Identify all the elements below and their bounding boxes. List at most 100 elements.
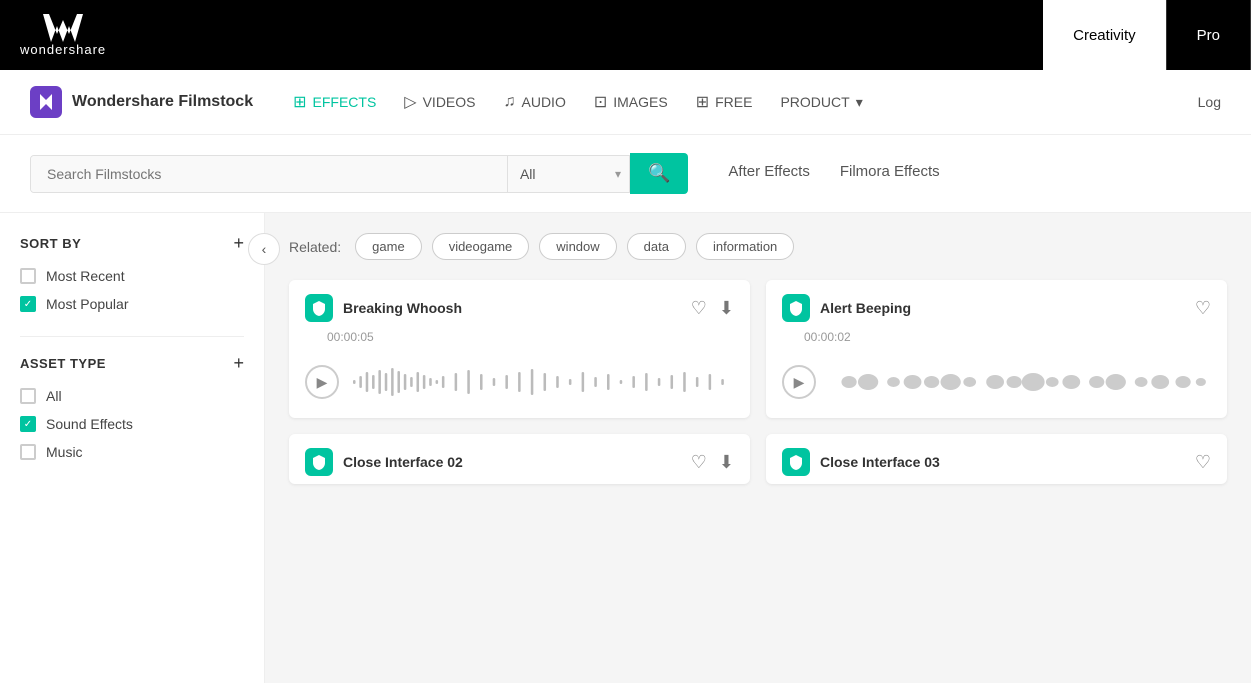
- nav-audio[interactable]: ♫ AUDIO: [504, 93, 566, 111]
- search-input[interactable]: [31, 156, 507, 192]
- tag-videogame[interactable]: videogame: [432, 233, 530, 260]
- card-4-title: Close Interface 03: [820, 454, 940, 470]
- card-1-time: 00:00:05: [327, 330, 750, 352]
- asset-type-header: ASSET TYPE +: [20, 353, 244, 374]
- nav-videos-label: VIDEOS: [423, 94, 476, 110]
- product-chevron-icon: ▾: [856, 94, 863, 111]
- card-close-interface-03: Close Interface 03 ♡: [766, 434, 1227, 484]
- collapse-icon: ‹: [262, 241, 267, 257]
- tag-data[interactable]: data: [627, 233, 686, 260]
- card-1-title: Breaking Whoosh: [343, 300, 462, 316]
- sound-effects-label: Sound Effects: [46, 416, 133, 432]
- card-4-like-button[interactable]: ♡: [1195, 452, 1211, 473]
- search-tabs: After Effects Filmora Effects: [728, 163, 939, 184]
- search-input-wrapper: All Sound Effects Music Videos Images ▾: [30, 155, 630, 193]
- related-label: Related:: [289, 239, 341, 255]
- asset-type-plus-icon[interactable]: +: [233, 353, 244, 374]
- card-3-download-button[interactable]: ⬇: [719, 452, 734, 473]
- asset-music[interactable]: Music: [20, 444, 244, 460]
- tab-filmora-effects[interactable]: Filmora Effects: [840, 163, 940, 184]
- card-breaking-whoosh: Breaking Whoosh ♡ ⬇ 00:00:05 ▶: [289, 280, 750, 418]
- music-label: Music: [46, 444, 83, 460]
- card-4-header: Close Interface 03 ♡: [766, 434, 1227, 484]
- most-recent-checkbox[interactable]: [20, 268, 36, 284]
- related-tags-row: Related: game videogame window data info…: [289, 233, 1227, 260]
- top-nav: wondershare Creativity Pro: [0, 0, 1251, 70]
- heart-icon: ♡: [691, 298, 707, 319]
- heart-icon: ♡: [1195, 452, 1211, 473]
- cards-grid: Breaking Whoosh ♡ ⬇ 00:00:05 ▶: [289, 280, 1227, 484]
- top-nav-pro[interactable]: Pro: [1167, 0, 1251, 70]
- sort-by-header: SORT BY +: [20, 233, 244, 254]
- free-icon: ⊞: [696, 92, 709, 112]
- card-1-waveform: ▶: [289, 352, 750, 418]
- nav-images[interactable]: ⊡ IMAGES: [594, 92, 668, 112]
- music-checkbox[interactable]: [20, 444, 36, 460]
- tag-game[interactable]: game: [355, 233, 422, 260]
- card-close-interface-02: Close Interface 02 ♡ ⬇: [289, 434, 750, 484]
- card-2-play-button[interactable]: ▶: [782, 365, 816, 399]
- download-icon: ⬇: [719, 298, 734, 319]
- wondershare-logo-text: wondershare: [20, 42, 106, 57]
- heart-icon: ♡: [1195, 298, 1211, 319]
- card-2-time: 00:00:02: [804, 330, 1227, 352]
- asset-all[interactable]: All: [20, 388, 244, 404]
- tab-after-effects[interactable]: After Effects: [728, 163, 809, 184]
- card-1-shield-icon: [305, 294, 333, 322]
- sound-effects-checkbox[interactable]: [20, 416, 36, 432]
- card-1-title-area: Breaking Whoosh: [305, 294, 462, 322]
- card-4-title-area: Close Interface 03: [782, 448, 940, 476]
- sort-by-section: SORT BY + Most Recent Most Popular: [20, 233, 244, 312]
- logo-area: wondershare: [20, 14, 106, 57]
- nav-images-label: IMAGES: [613, 94, 667, 110]
- sort-by-title: SORT BY: [20, 236, 81, 251]
- search-select-wrap: All Sound Effects Music Videos Images ▾: [507, 156, 629, 192]
- tag-information[interactable]: information: [696, 233, 794, 260]
- card-3-actions: ♡ ⬇: [691, 452, 734, 473]
- nav-product[interactable]: PRODUCT ▾: [780, 94, 862, 111]
- card-3-title: Close Interface 02: [343, 454, 463, 470]
- brand-name: Wondershare Filmstock: [72, 93, 253, 111]
- card-2-shield-icon: [782, 294, 810, 322]
- login-button[interactable]: Log: [1198, 94, 1221, 110]
- card-1-play-button[interactable]: ▶: [305, 365, 339, 399]
- card-1-like-button[interactable]: ♡: [691, 298, 707, 319]
- all-checkbox[interactable]: [20, 388, 36, 404]
- card-3-like-button[interactable]: ♡: [691, 452, 707, 473]
- nav-product-label: PRODUCT: [780, 94, 849, 110]
- card-1-waveform-visual: [353, 362, 734, 402]
- heart-icon: ♡: [691, 452, 707, 473]
- audio-icon: ♫: [504, 93, 516, 111]
- nav-effects-label: EFFECTS: [313, 94, 377, 110]
- card-2-header: Alert Beeping ♡: [766, 280, 1227, 330]
- tag-window[interactable]: window: [539, 233, 616, 260]
- nav-items: ⊞ EFFECTS ▷ VIDEOS ♫ AUDIO ⊡ IMAGES ⊞ FR…: [293, 92, 863, 112]
- search-icon: 🔍: [648, 163, 670, 184]
- sort-by-plus-icon[interactable]: +: [233, 233, 244, 254]
- main-nav: Wondershare Filmstock ⊞ EFFECTS ▷ VIDEOS…: [0, 70, 1251, 135]
- card-1-download-button[interactable]: ⬇: [719, 298, 734, 319]
- main-content: Related: game videogame window data info…: [265, 213, 1251, 683]
- download-icon: ⬇: [719, 452, 734, 473]
- search-category-select[interactable]: All Sound Effects Music Videos Images: [508, 156, 630, 192]
- card-2-waveform: ▶: [766, 352, 1227, 418]
- sort-most-recent[interactable]: Most Recent: [20, 268, 244, 284]
- card-2-actions: ♡: [1195, 298, 1211, 319]
- sidebar-divider: [20, 336, 244, 337]
- search-button[interactable]: 🔍: [630, 153, 688, 194]
- sort-most-popular[interactable]: Most Popular: [20, 296, 244, 312]
- asset-sound-effects[interactable]: Sound Effects: [20, 416, 244, 432]
- most-popular-checkbox[interactable]: [20, 296, 36, 312]
- card-3-title-area: Close Interface 02: [305, 448, 463, 476]
- top-nav-creativity[interactable]: Creativity: [1043, 0, 1167, 70]
- all-label: All: [46, 388, 62, 404]
- search-bar: All Sound Effects Music Videos Images ▾ …: [0, 135, 1251, 213]
- nav-videos[interactable]: ▷ VIDEOS: [404, 92, 475, 112]
- sidebar-collapse-button[interactable]: ‹: [248, 233, 280, 265]
- nav-free[interactable]: ⊞ FREE: [696, 92, 753, 112]
- card-3-shield-icon: [305, 448, 333, 476]
- asset-type-section: ASSET TYPE + All Sound Effects Music: [20, 353, 244, 460]
- nav-effects[interactable]: ⊞ EFFECTS: [293, 92, 376, 112]
- card-2-like-button[interactable]: ♡: [1195, 298, 1211, 319]
- brand-area: Wondershare Filmstock: [30, 86, 253, 118]
